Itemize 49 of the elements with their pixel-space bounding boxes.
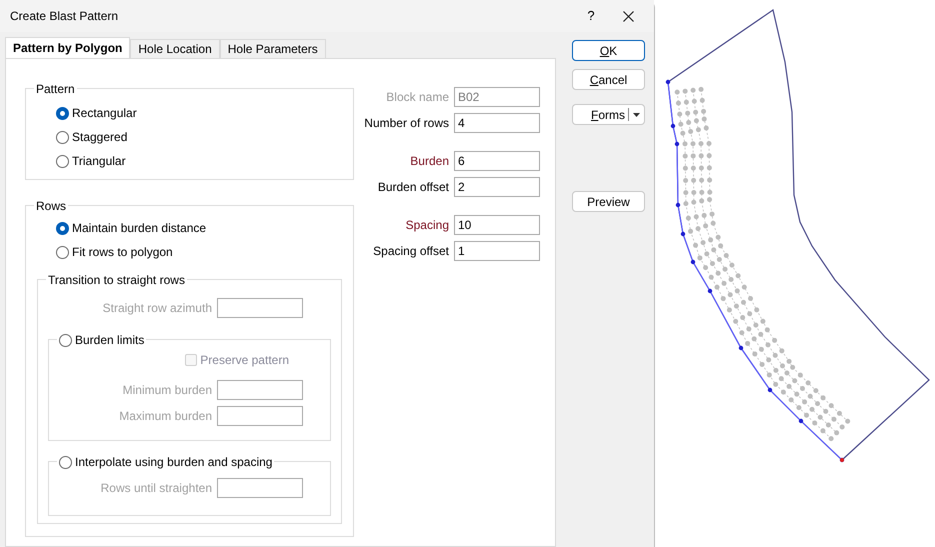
field-label: Burden offset: [378, 179, 449, 196]
field-label: Minimum burden: [122, 382, 212, 399]
radio-button[interactable]: [56, 246, 69, 258]
radio-button[interactable]: [56, 106, 69, 120]
radio-button[interactable]: [56, 154, 69, 168]
radio-label: Interpolate using burden and spacing: [75, 454, 272, 471]
radio-label: Rectangular: [72, 105, 137, 122]
input-field[interactable]: [217, 298, 303, 318]
field-label: Maximum burden: [119, 408, 212, 425]
input-field[interactable]: 2: [454, 177, 540, 197]
field-label: Number of rows: [364, 115, 449, 132]
window-title: Create Blast Pattern: [10, 8, 120, 25]
forms-dropdown-button[interactable]: [628, 104, 645, 125]
cancel-button[interactable]: Cancel: [572, 69, 645, 90]
ok-button[interactable]: OK: [572, 40, 645, 61]
tab[interactable]: Hole Parameters: [220, 39, 326, 58]
group-title: Rows: [36, 198, 66, 215]
group-title: Pattern: [36, 81, 75, 98]
checkbox-label: Preserve pattern: [200, 352, 289, 369]
field-label: Straight row azimuth: [102, 300, 212, 317]
radio-label: Burden limits: [75, 332, 144, 349]
input-field[interactable]: [217, 478, 303, 498]
input-field[interactable]: 4: [454, 113, 540, 133]
tab[interactable]: Hole Location: [130, 39, 220, 58]
radio-label: Fit rows to polygon: [72, 244, 173, 261]
input-field[interactable]: [217, 406, 303, 426]
radio-button[interactable]: [59, 334, 72, 346]
forms-button[interactable]: Forms: [572, 104, 628, 125]
field-label: Burden: [410, 153, 449, 170]
preview-button[interactable]: Preview: [572, 191, 645, 212]
help-button[interactable]: ?: [574, 2, 608, 30]
caret-down-icon: [633, 112, 640, 116]
input-field[interactable]: 1: [454, 241, 540, 261]
radio-button[interactable]: [56, 222, 69, 234]
input-field[interactable]: 6: [454, 151, 540, 171]
input-field[interactable]: 10: [454, 215, 540, 235]
field-label: Spacing: [406, 217, 449, 234]
field-label: Spacing offset: [373, 243, 449, 260]
radio-button[interactable]: [56, 130, 69, 144]
radio-label: Maintain burden distance: [72, 220, 206, 237]
radio-label: Triangular: [72, 153, 126, 170]
tab[interactable]: Pattern by Polygon: [5, 37, 130, 58]
field-label: Block name: [386, 89, 449, 106]
input-field[interactable]: [217, 380, 303, 400]
radio-label: Staggered: [72, 129, 128, 146]
field-label: Rows until straighten: [100, 480, 212, 497]
group-title: Transition to straight rows: [48, 272, 185, 289]
close-icon: [622, 10, 634, 22]
radio-button[interactable]: [59, 456, 72, 468]
